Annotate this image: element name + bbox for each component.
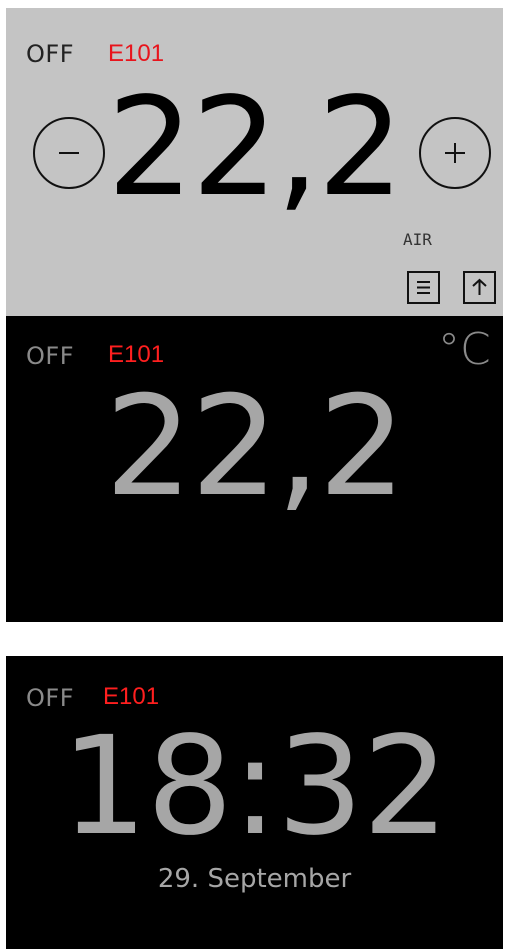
- increase-temperature-button[interactable]: [419, 117, 491, 189]
- menu-button[interactable]: [407, 271, 440, 304]
- plus-icon: [445, 143, 465, 163]
- error-code: E101: [108, 341, 165, 368]
- current-temperature: 22,2: [104, 366, 406, 527]
- thermostat-active-screen: OFF E101 22,2 AIR: [6, 8, 503, 316]
- arrow-up-button[interactable]: [463, 271, 496, 304]
- mode-status: OFF: [26, 40, 74, 68]
- thermostat-idle-screen: OFF E101 °C 22,2: [6, 316, 503, 622]
- temperature-unit: °C: [438, 324, 491, 375]
- error-code: E101: [103, 683, 160, 710]
- mode-status: OFF: [26, 342, 74, 370]
- clock-screen: OFF E101 18:32 29. September: [6, 656, 503, 949]
- sensor-mode-label: AIR: [403, 230, 432, 249]
- clock-time: 18:32: [61, 708, 449, 866]
- arrow-up-icon: [472, 278, 487, 295]
- error-code: E101: [108, 40, 165, 67]
- clock-date: 29. September: [157, 864, 352, 894]
- menu-icon: [417, 281, 430, 294]
